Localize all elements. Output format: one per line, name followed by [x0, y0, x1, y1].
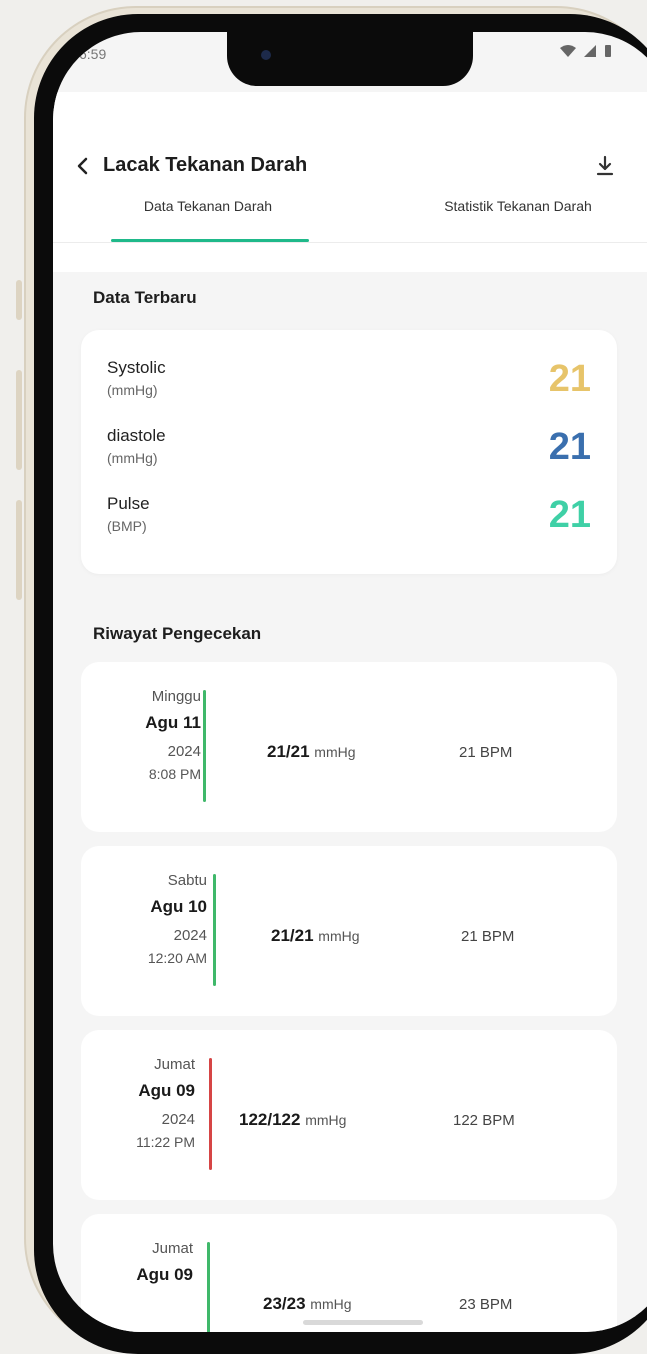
latest-data-card: Systolic (mmHg) 21 diastole (mmHg) 21 Pu… [81, 330, 617, 574]
history-bp-value: 21/21 [271, 926, 314, 945]
tab-bar: Data Tekanan Darah Statistik Tekanan Dar… [53, 182, 647, 243]
latest-section-title: Data Terbaru [93, 288, 197, 307]
page-title: Lacak Tekanan Darah [103, 154, 308, 176]
latest-pulse-row: Pulse (BMP) 21 [107, 494, 591, 554]
history-pulse: 21 BPM [459, 744, 513, 761]
side-button-mute [16, 280, 22, 320]
status-indicator-bar [207, 1242, 210, 1332]
history-bp-unit: mmHg [310, 1296, 352, 1312]
history-time: 12:20 AM [147, 950, 207, 966]
history-item[interactable]: Jumat Agu 09 2024 11:22 PM 122/122 mmHg … [81, 1030, 617, 1200]
history-section-title: Riwayat Pengecekan [93, 624, 262, 643]
diastole-label: diastole [107, 426, 166, 445]
diastole-value: 21 [548, 426, 591, 468]
app-screen: 6:59 Lacak Tekanan Darah Data Tekanan Da… [53, 32, 647, 1332]
status-indicator-bar [209, 1058, 212, 1170]
latest-diastole-row: diastole (mmHg) 21 [107, 426, 591, 486]
status-indicator-bar [213, 874, 216, 986]
history-bp-unit: mmHg [318, 928, 360, 944]
battery-icon [603, 44, 613, 63]
history-day: Sabtu [167, 872, 207, 889]
history-date-block: Jumat Agu 09 [81, 1240, 193, 1285]
history-date: Agu 10 [150, 897, 207, 916]
chevron-left-icon[interactable] [71, 152, 95, 180]
status-indicator-bar [203, 690, 206, 802]
history-day: Jumat [154, 1056, 195, 1073]
notch [227, 32, 473, 86]
history-day: Jumat [152, 1240, 193, 1257]
history-pulse: 21 BPM [461, 928, 515, 945]
history-year: 2024 [167, 743, 201, 760]
status-time: 6:59 [79, 46, 107, 62]
side-button-volume-up [16, 370, 22, 470]
latest-systolic-row: Systolic (mmHg) 21 [107, 358, 591, 418]
download-icon[interactable] [593, 152, 617, 180]
systolic-value: 21 [548, 358, 591, 400]
history-time: 11:22 PM [136, 1134, 195, 1150]
history-item[interactable]: Jumat Agu 09 23/23 mmHg 23 BPM [81, 1214, 617, 1332]
history-bp: 122/122 mmHg [239, 1110, 346, 1130]
status-icons [559, 44, 613, 63]
history-day: Minggu [151, 688, 201, 705]
wifi-icon [559, 44, 577, 63]
history-date-block: Sabtu Agu 10 2024 12:20 AM [81, 872, 207, 966]
history-time: 8:08 PM [148, 766, 201, 782]
history-bp: 21/21 mmHg [267, 742, 356, 762]
pulse-label: Pulse [107, 494, 150, 513]
side-button-volume-down [16, 500, 22, 600]
history-bp-value: 122/122 [239, 1110, 301, 1129]
history-bp-value: 23/23 [263, 1294, 306, 1313]
history-bp: 23/23 mmHg [263, 1294, 352, 1314]
history-bp-value: 21/21 [267, 742, 310, 761]
history-pulse: 122 BPM [453, 1112, 515, 1129]
diastole-unit: (mmHg) [107, 450, 158, 466]
history-bp-unit: mmHg [314, 744, 356, 760]
history-date: Agu 09 [136, 1265, 193, 1284]
history-year: 2024 [173, 927, 207, 944]
systolic-label: Systolic [107, 358, 166, 377]
history-item[interactable]: Minggu Agu 11 2024 8:08 PM 21/21 mmHg 21… [81, 662, 617, 832]
pulse-unit: (BMP) [107, 518, 147, 534]
history-date-block: Minggu Agu 11 2024 8:08 PM [81, 688, 201, 782]
history-date: Agu 09 [138, 1081, 195, 1100]
history-bp: 21/21 mmHg [271, 926, 360, 946]
tab-statistik-tekanan-darah[interactable]: Statistik Tekanan Darah [363, 182, 647, 242]
history-year: 2024 [161, 1111, 195, 1128]
history-bp-unit: mmHg [305, 1112, 347, 1128]
pulse-value: 21 [548, 494, 591, 536]
history-pulse: 23 BPM [459, 1296, 513, 1313]
home-indicator [303, 1320, 423, 1325]
signal-icon [583, 44, 597, 63]
systolic-unit: (mmHg) [107, 382, 158, 398]
history-item[interactable]: Sabtu Agu 10 2024 12:20 AM 21/21 mmHg 21… [81, 846, 617, 1016]
camera-icon [261, 50, 271, 60]
tab-data-tekanan-darah[interactable]: Data Tekanan Darah [53, 182, 363, 242]
history-date-block: Jumat Agu 09 2024 11:22 PM [81, 1056, 195, 1150]
history-date: Agu 11 [145, 713, 201, 732]
